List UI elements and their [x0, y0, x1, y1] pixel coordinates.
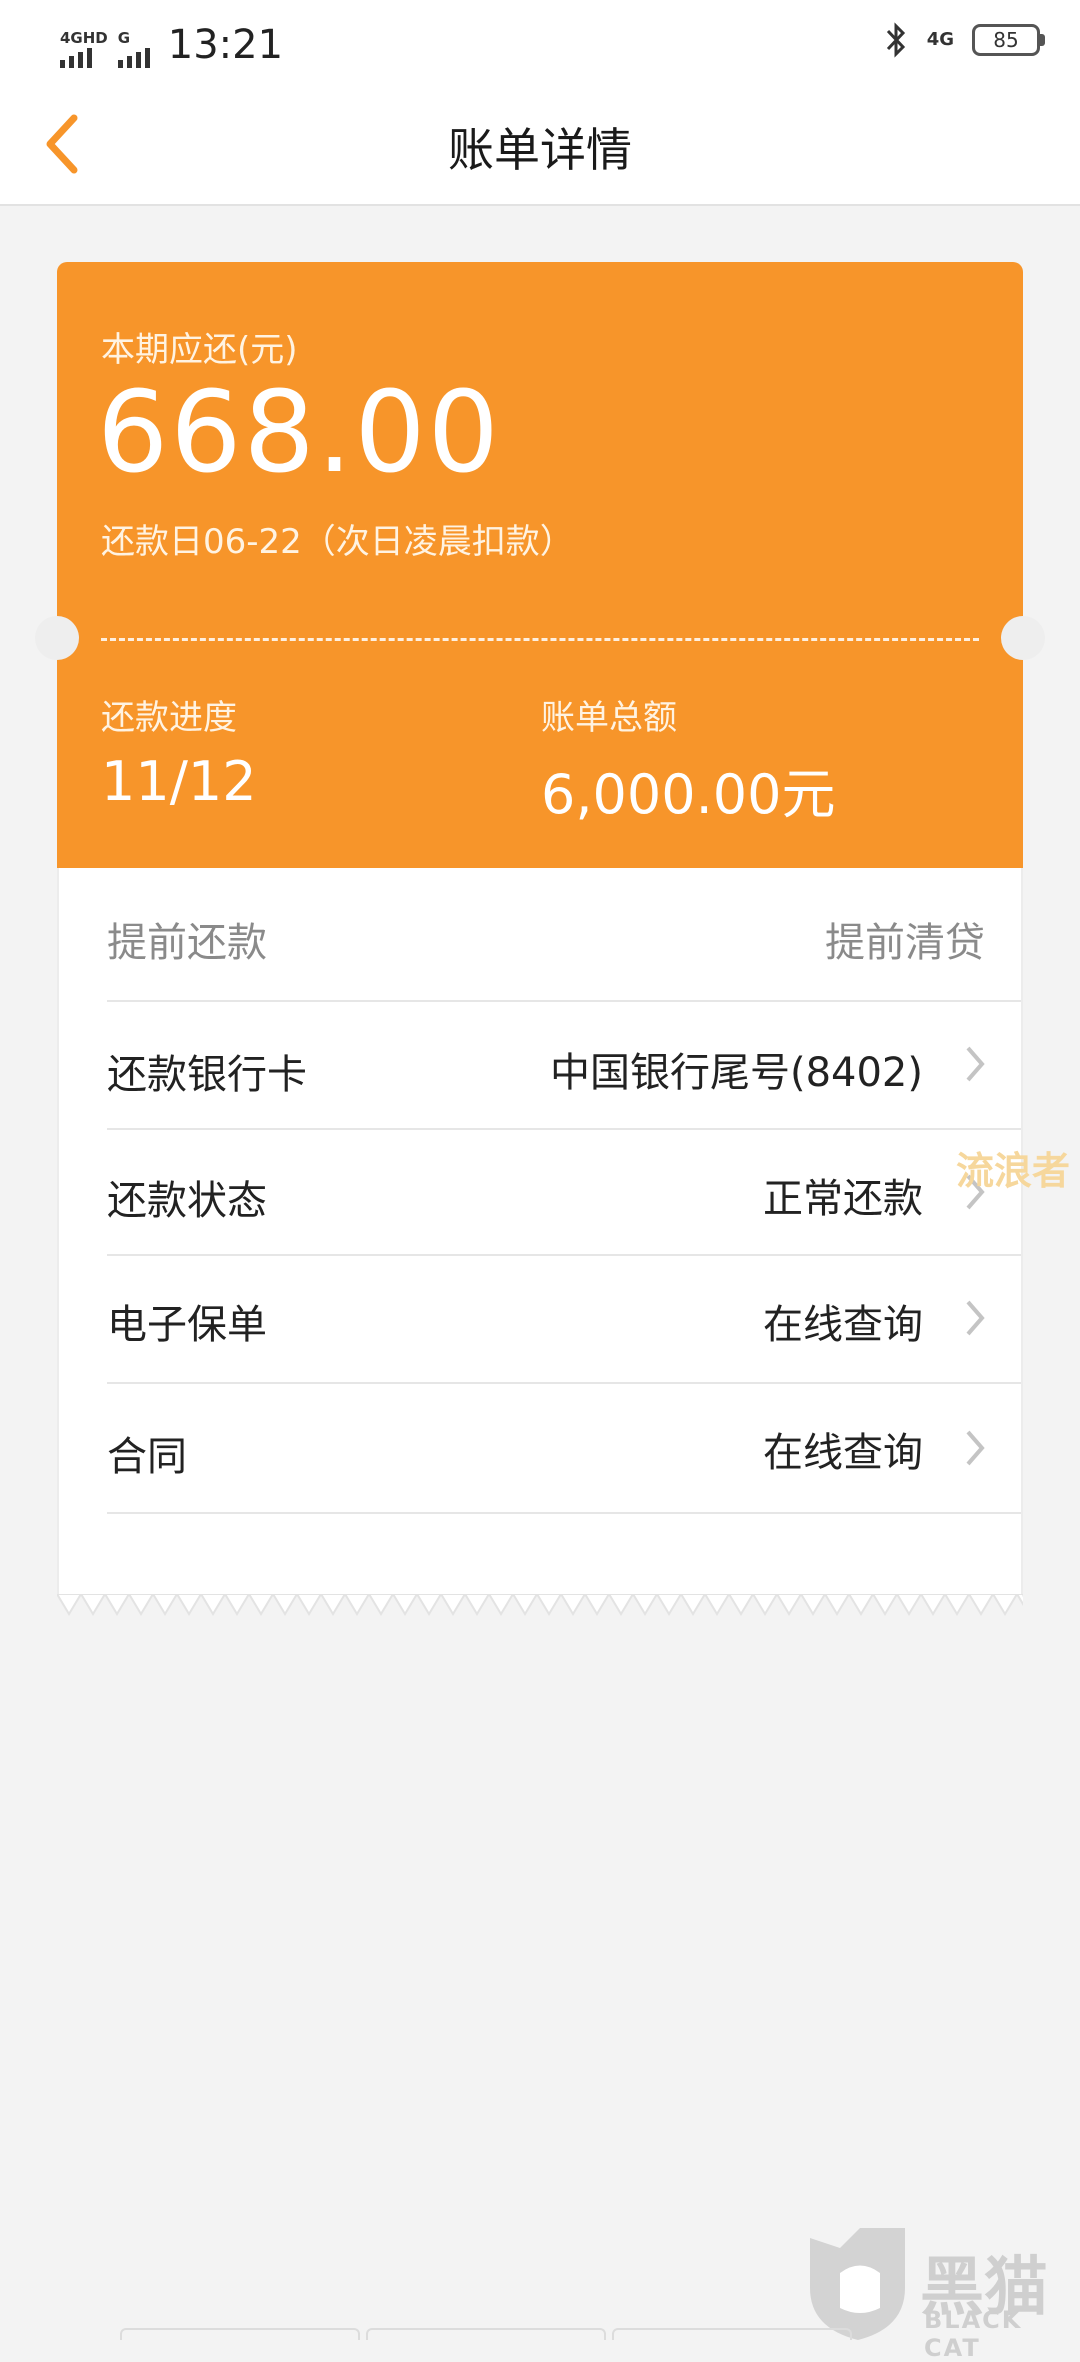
- battery-level: 85: [993, 28, 1019, 52]
- sim2-signal: G: [117, 29, 150, 68]
- signal-group: 4GHD G 13:21: [60, 18, 283, 68]
- e-policy-row[interactable]: 电子保单 在线查询: [107, 1256, 1021, 1384]
- due-date: 还款日06-22（次日凌晨扣款）: [101, 522, 574, 562]
- status-bar: 4GHD G 13:21 4G 85: [0, 0, 1080, 84]
- row-value: 中国银行尾号(8402): [549, 1050, 923, 1096]
- status-icons: 4G 85: [883, 20, 1045, 60]
- bank-card-row[interactable]: 还款银行卡 中国银行尾号(8402): [107, 1002, 1021, 1130]
- total-label: 账单总额: [541, 698, 677, 738]
- due-label: 本期应还(元): [101, 330, 298, 370]
- chevron-right-icon: [966, 1046, 985, 1082]
- progress-value: 11/12: [101, 750, 257, 813]
- bill-detail-sheet: 提前还款 提前清贷 还款银行卡 中国银行尾号(8402) 还款状态 正常还款 电…: [57, 868, 1023, 1594]
- bottom-tabs-hint: [120, 2328, 1080, 2340]
- signal-bars-icon: [117, 46, 150, 68]
- card-notch-left: [35, 616, 79, 660]
- progress-label: 还款进度: [101, 698, 237, 738]
- page-title: 账单详情: [448, 123, 632, 177]
- sheet-zigzag-edge: [57, 1594, 1023, 1616]
- contract-row[interactable]: 合同 在线查询: [107, 1384, 1021, 1514]
- chevron-right-icon: [966, 1430, 985, 1466]
- row-label: 电子保单: [107, 1302, 267, 1348]
- due-amount: 668.00: [97, 368, 501, 498]
- payoff-button[interactable]: 提前清贷: [825, 910, 985, 968]
- signal-bars-icon: [60, 46, 92, 68]
- prepay-button[interactable]: 提前还款: [107, 910, 267, 968]
- repay-status-row[interactable]: 还款状态 正常还款: [107, 1130, 1021, 1256]
- row-value: 在线查询: [763, 1430, 923, 1476]
- network-indicator: 4G: [926, 29, 954, 50]
- prepay-row: 提前还款 提前清贷: [107, 868, 1021, 1002]
- row-value: 正常还款: [763, 1176, 923, 1222]
- bill-summary-card: 本期应还(元) 668.00 还款日06-22（次日凌晨扣款） 还款进度 11/…: [57, 262, 1023, 868]
- sim1-signal: 4GHD: [60, 30, 108, 68]
- row-label: 还款银行卡: [107, 1052, 307, 1098]
- bluetooth-icon: [886, 22, 905, 58]
- chevron-right-icon: [966, 1300, 985, 1336]
- card-divider: [101, 638, 979, 641]
- battery-icon: 85: [972, 24, 1045, 56]
- total-value: 6,000.00元: [541, 763, 836, 826]
- clock: 13:21: [167, 22, 284, 68]
- row-label: 合同: [107, 1434, 187, 1480]
- sim1-label: 4GHD: [60, 29, 108, 47]
- card-notch-right: [1001, 616, 1045, 660]
- watermark-text: 流浪者: [956, 1149, 1071, 1193]
- sim2-label: G: [117, 29, 131, 47]
- row-value: 在线查询: [763, 1302, 923, 1348]
- nav-bar: 账单详情: [0, 84, 1080, 206]
- row-label: 还款状态: [107, 1178, 267, 1224]
